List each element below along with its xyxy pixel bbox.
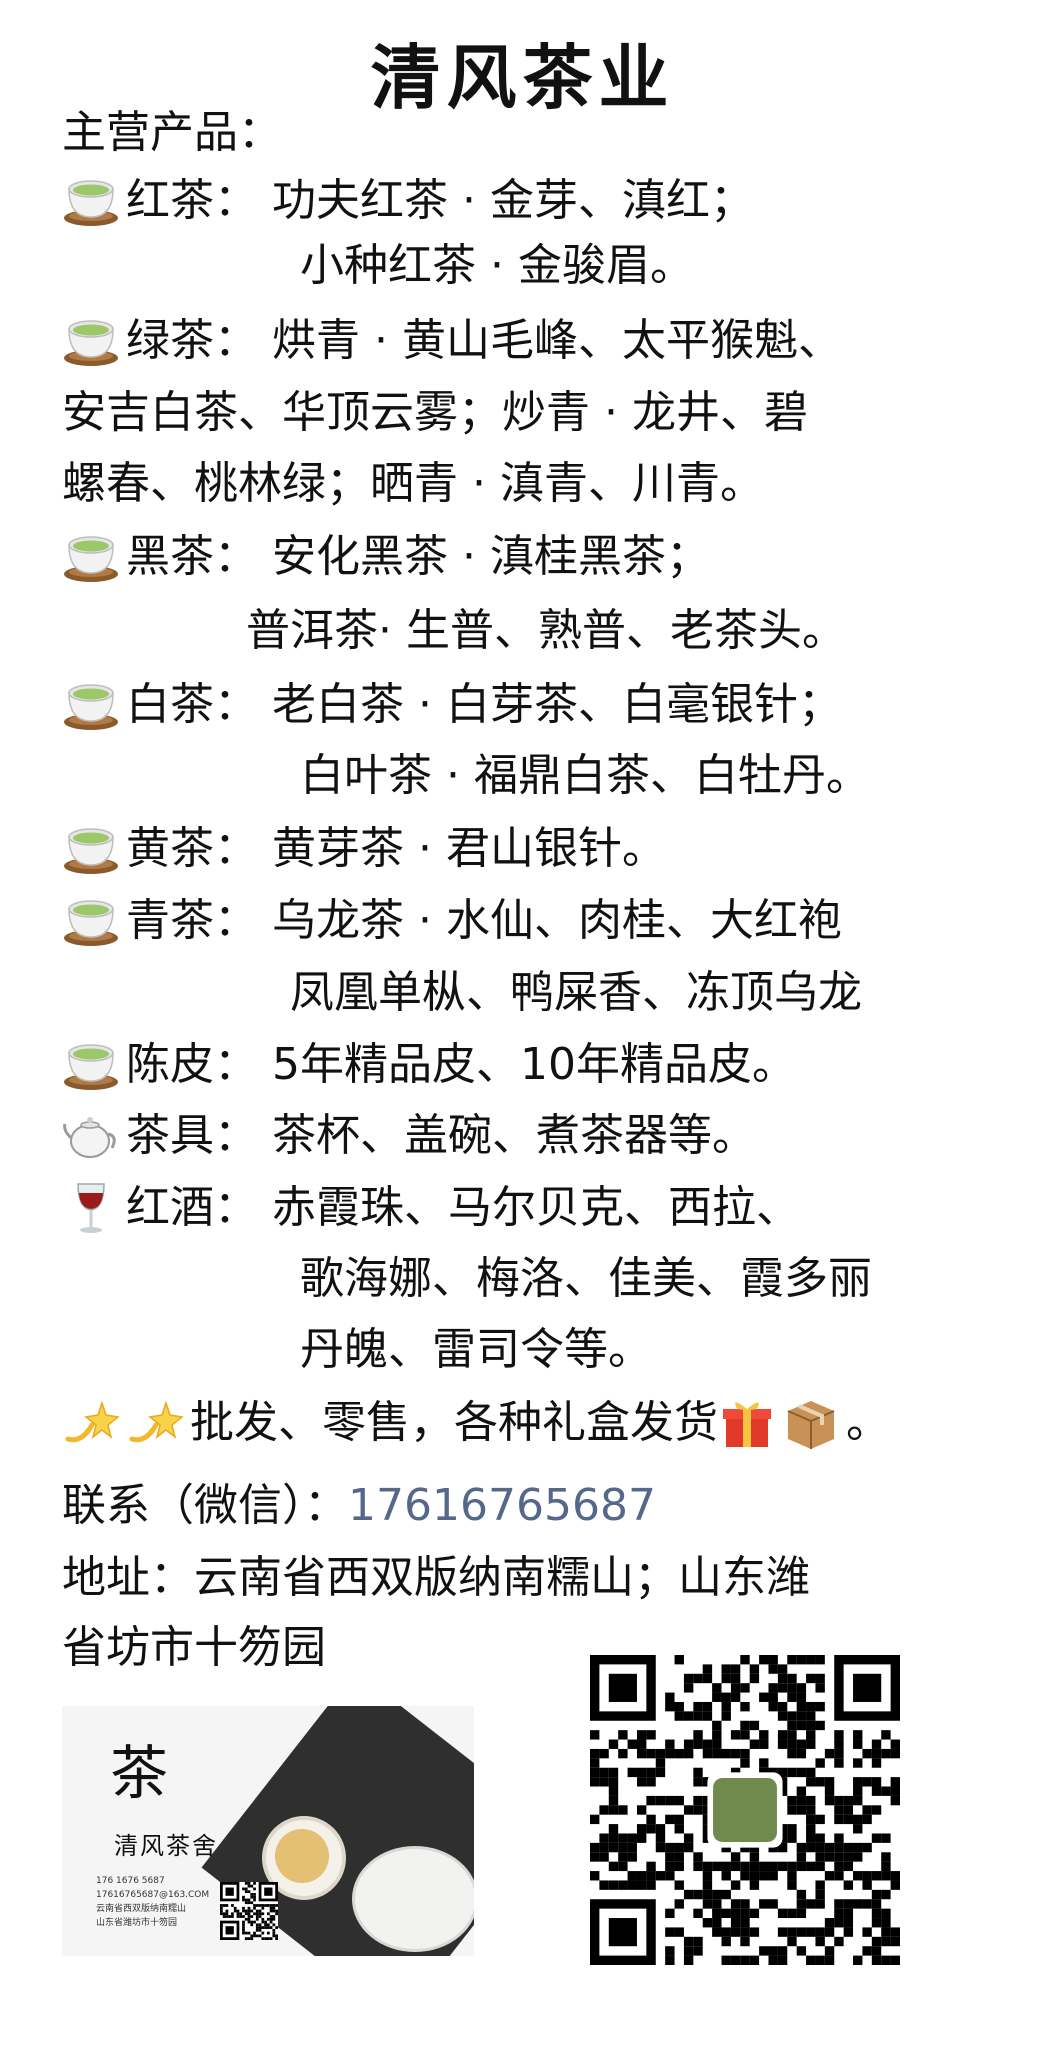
address-line-1: 地址：云南省西双版纳南糯山；山东潍	[62, 1552, 810, 1603]
oolong-tea-line-1: 青茶： 乌龙茶 · 水仙、肉桂、大红袍	[62, 893, 842, 949]
address-line-2: 省坊市十笏园	[62, 1622, 326, 1673]
dizzy-star-icon	[62, 1395, 120, 1451]
tea-liquid-shape	[275, 1829, 329, 1883]
oolong-tea-line-2: 凤凰单枞、鸭屎香、冻顶乌龙	[290, 967, 862, 1018]
teapot-icon	[62, 1108, 120, 1164]
dark-tea-line-2: 普洱茶· 生普、熟普、老茶头。	[246, 605, 846, 656]
white-tea-line-2: 白叶茶 · 福鼎白茶、白牡丹。	[300, 750, 870, 801]
card-qr-code	[220, 1882, 278, 1940]
package-icon	[782, 1395, 840, 1451]
card-logo-mark: 茶	[110, 1739, 169, 1807]
card-address-1: 云南省西双版纳南糯山	[96, 1904, 187, 1914]
oolong-tea-text-1: 青茶： 乌龙茶 · 水仙、肉桂、大红袍	[126, 895, 842, 946]
green-tea-text-1: 绿茶： 烘青 · 黄山毛峰、太平猴魁、	[126, 315, 842, 366]
yellow-tea-text-1: 黄茶： 黄芽茶 · 君山银针。	[126, 823, 666, 874]
dark-tea-line-1: 黑茶： 安化黑茶 · 滇桂黑茶；	[62, 529, 710, 585]
red-tea-line-2: 小种红茶 · 金骏眉。	[300, 240, 694, 291]
red-tea-text-1: 红茶： 功夫红茶 · 金芽、滇红；	[126, 175, 754, 226]
green-tea-line-3: 螺春、桃林绿；晒青 · 滇青、川青。	[62, 458, 764, 509]
products-heading: 主营产品：	[62, 107, 282, 158]
red-wine-line-2: 歌海娜、梅洛、佳美、霞多丽	[300, 1253, 872, 1304]
white-tea-text-1: 白茶： 老白茶 · 白芽茶、白毫银针；	[126, 679, 842, 730]
card-email: 17616765687@163.COM	[96, 1890, 210, 1900]
card-address-2: 山东省潍坊市十笏园	[96, 1918, 178, 1928]
card-phone: 176 1676 5687	[96, 1876, 165, 1886]
contact-label: 联系（微信）：	[62, 1480, 348, 1531]
flyer-page: 清风茶业 主营产品： 红茶： 功夫红茶 · 金芽、滇红； 小种红茶 · 金骏眉。…	[0, 0, 1045, 2048]
tea-cup-icon	[62, 893, 120, 949]
tea-cup-icon	[62, 677, 120, 733]
wholesale-text: 批发、零售，各种礼盒发货	[190, 1397, 718, 1448]
teaware-line: 茶具： 茶杯、盖碗、煮茶器等。	[62, 1108, 756, 1164]
red-tea-line-1: 红茶： 功夫红茶 · 金芽、滇红；	[62, 173, 754, 229]
gift-icon	[718, 1395, 776, 1451]
red-wine-line-3: 丹魄、雷司令等。	[300, 1324, 652, 1375]
dizzy-star-icon	[126, 1395, 184, 1451]
tea-cup-icon	[62, 821, 120, 877]
contact-phone[interactable]: 17616765687	[348, 1480, 656, 1531]
card-shop-name: 清风茶舍	[114, 1832, 218, 1860]
green-tea-line-1: 绿茶： 烘青 · 黄山毛峰、太平猴魁、	[62, 313, 842, 369]
white-tea-line-1: 白茶： 老白茶 · 白芽茶、白毫银针；	[62, 677, 842, 733]
tea-cup-icon	[62, 529, 120, 585]
yellow-tea-line-1: 黄茶： 黄芽茶 · 君山银针。	[62, 821, 666, 877]
tea-cup-icon	[62, 313, 120, 369]
teaware-text: 茶具： 茶杯、盖碗、煮茶器等。	[126, 1110, 756, 1161]
contact-line: 联系（微信）：17616765687	[62, 1478, 656, 1534]
wholesale-line: 批发、零售，各种礼盒发货 。	[62, 1395, 890, 1451]
green-tea-line-2: 安吉白茶、华顶云雾；炒青 · 龙井、碧	[62, 387, 808, 438]
business-card-image: 茶 清风茶舍 176 1676 5687 17616765687@163.COM…	[62, 1706, 474, 1956]
wechat-qr-code[interactable]	[590, 1655, 900, 1965]
wine-glass-icon	[62, 1180, 120, 1236]
dark-tea-text-1: 黑茶： 安化黑茶 · 滇桂黑茶；	[126, 531, 710, 582]
tea-cup-icon	[62, 1037, 120, 1093]
card-info-block: 176 1676 5687 17616765687@163.COM 云南省西双版…	[96, 1874, 216, 1930]
tangerine-peel-line: 陈皮： 5年精品皮、10年精品皮。	[62, 1037, 796, 1093]
tea-cup-icon	[62, 173, 120, 229]
teapot-shape	[352, 1846, 474, 1952]
red-wine-text-1: 红酒： 赤霞珠、马尔贝克、西拉、	[126, 1182, 800, 1233]
wholesale-end: 。	[846, 1397, 890, 1448]
red-wine-line-1: 红酒： 赤霞珠、马尔贝克、西拉、	[62, 1180, 800, 1236]
tangerine-peel-text: 陈皮： 5年精品皮、10年精品皮。	[126, 1039, 796, 1090]
